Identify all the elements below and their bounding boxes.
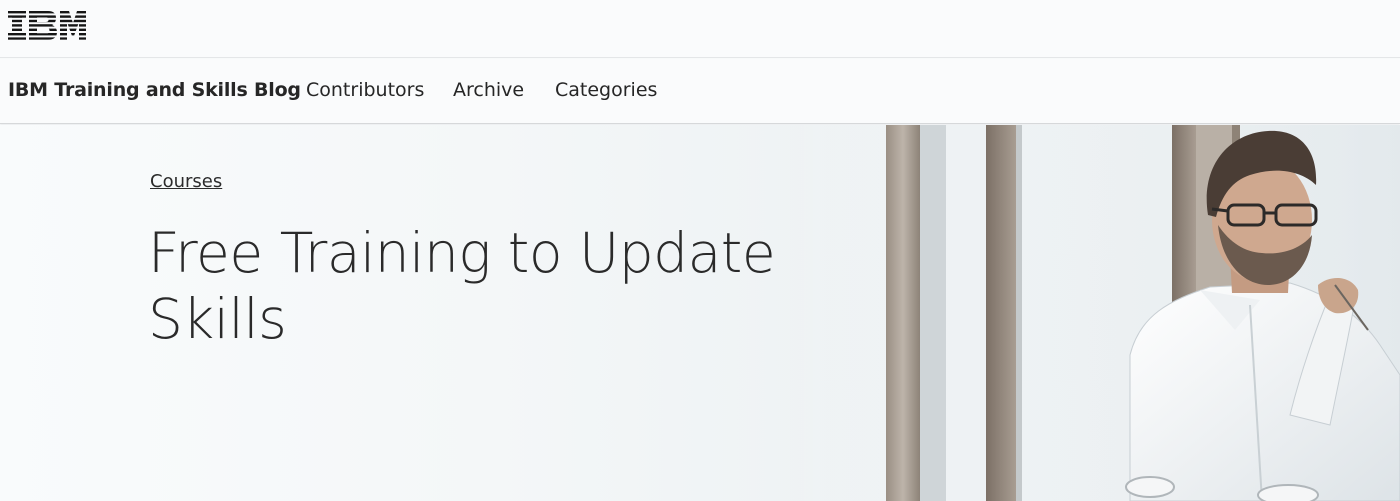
blog-navbar: IBM Training and Skills Blog Contributor… bbox=[0, 59, 1400, 124]
page-title: Free Training to Update Skills bbox=[148, 221, 776, 351]
window-column bbox=[986, 125, 1016, 501]
ibm-logo[interactable] bbox=[8, 10, 86, 42]
nav-categories-link[interactable]: Categories bbox=[555, 79, 657, 101]
nav-archive-link[interactable]: Archive bbox=[453, 79, 524, 101]
blog-home-link[interactable]: IBM Training and Skills Blog bbox=[8, 79, 301, 101]
hero-category-link[interactable]: Courses bbox=[150, 171, 222, 192]
ibm-logo-icon bbox=[8, 11, 86, 40]
masthead bbox=[0, 0, 1400, 58]
hero-banner: Courses Free Training to Update Skills bbox=[0, 125, 1400, 501]
nav-contributors-link[interactable]: Contributors bbox=[306, 79, 424, 101]
